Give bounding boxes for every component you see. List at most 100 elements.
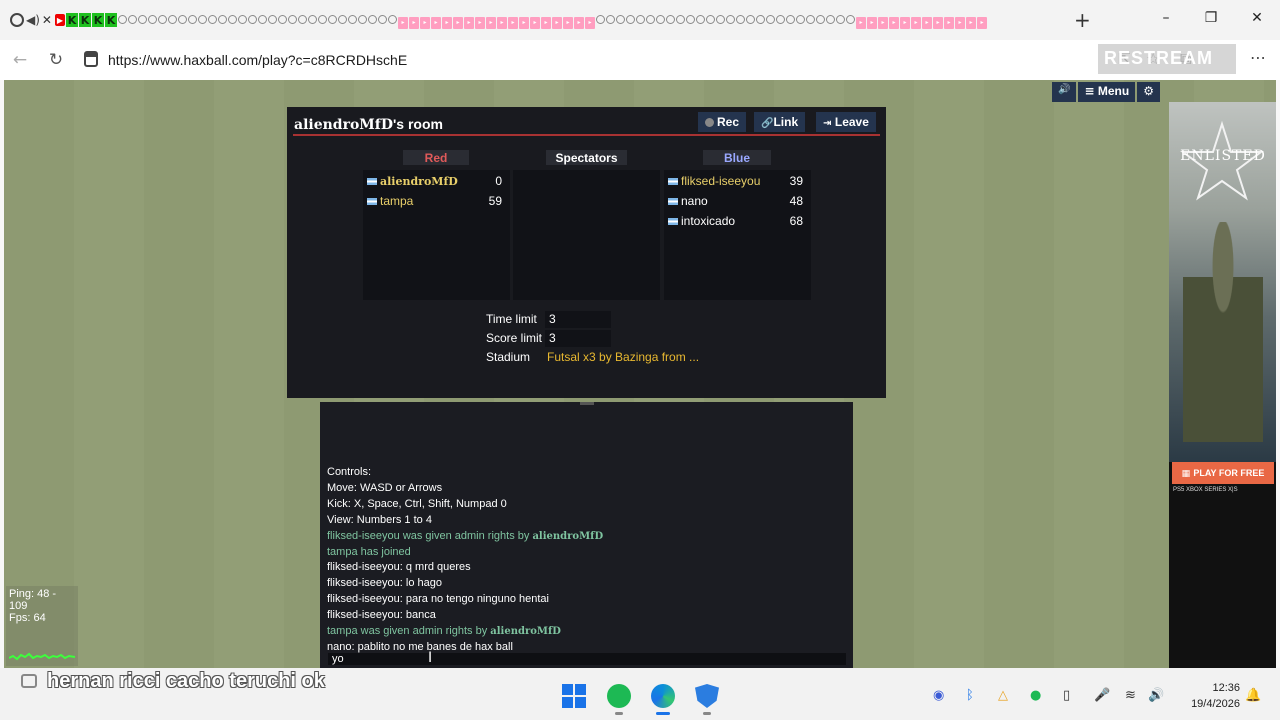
ring-tab[interactable] [635, 15, 645, 24]
site-info-icon[interactable] [84, 51, 98, 67]
ring-tab[interactable] [605, 15, 615, 24]
ring-tab[interactable] [147, 15, 157, 24]
microphone-icon[interactable]: 🎤 [1094, 688, 1110, 703]
ring-tab[interactable] [785, 15, 795, 24]
pink-tab[interactable]: ▸ [397, 16, 408, 29]
ring-tab[interactable] [247, 15, 257, 24]
ring-tab[interactable] [815, 15, 825, 24]
k-tab[interactable]: K [65, 13, 78, 27]
ring-tab[interactable] [317, 15, 327, 24]
ring-tab[interactable] [705, 15, 715, 24]
ring-tab[interactable] [755, 15, 765, 24]
pink-tab[interactable]: ▸ [910, 16, 921, 29]
minimize-button[interactable]: – [1156, 10, 1176, 30]
edge-icon[interactable] [651, 684, 675, 708]
blue-team-list[interactable]: fliksed-iseeyou 39 nano 48 intoxicado 68 [664, 170, 811, 300]
pink-tab[interactable]: ▸ [943, 16, 954, 29]
pink-tab[interactable]: ▸ [507, 16, 518, 29]
bluetooth-icon[interactable]: ᛒ [966, 688, 974, 703]
volume-icon[interactable]: 🔊 [1148, 688, 1164, 703]
red-team-list[interactable]: aliendroMfD 0 tampa 59 [363, 170, 510, 300]
ring-tab[interactable] [655, 15, 665, 24]
player-row[interactable]: tampa 59 [367, 194, 506, 210]
ring-tab[interactable] [207, 15, 217, 24]
ring-tab[interactable] [127, 15, 137, 24]
pink-tab[interactable]: ▸ [430, 16, 441, 29]
wifi-icon[interactable]: ≋ [1125, 688, 1136, 703]
ring-tab[interactable] [257, 15, 267, 24]
pink-tab[interactable]: ▸ [584, 16, 595, 29]
k-tab[interactable]: K [91, 13, 104, 27]
record-icon[interactable] [10, 13, 24, 27]
ring-tab[interactable] [157, 15, 167, 24]
leave-button[interactable]: ⇥ Leave [816, 112, 876, 132]
pink-tab[interactable]: ▸ [976, 16, 987, 29]
ring-tab[interactable] [217, 15, 227, 24]
ring-tab[interactable] [187, 15, 197, 24]
pink-tab[interactable]: ▸ [932, 16, 943, 29]
ring-tab[interactable] [695, 15, 705, 24]
ring-tab[interactable] [715, 15, 725, 24]
pink-tab[interactable]: ▸ [551, 16, 562, 29]
time-limit-field[interactable]: 3 [545, 311, 611, 328]
ring-tab[interactable] [367, 15, 377, 24]
pink-tab[interactable]: ▸ [441, 16, 452, 29]
ring-tab[interactable] [137, 15, 147, 24]
chat-input[interactable]: yo [328, 653, 846, 665]
reload-button[interactable]: ↻ [46, 50, 66, 70]
ring-tab[interactable] [227, 15, 237, 24]
ring-tab[interactable] [117, 15, 127, 24]
ring-tab[interactable] [287, 15, 297, 24]
pink-tab[interactable]: ▸ [518, 16, 529, 29]
pink-tab[interactable]: ▸ [463, 16, 474, 29]
ring-tab[interactable] [327, 15, 337, 24]
ring-tab[interactable] [725, 15, 735, 24]
pink-tab[interactable]: ▸ [419, 16, 430, 29]
ring-tab[interactable] [845, 15, 855, 24]
pink-tab[interactable]: ▸ [965, 16, 976, 29]
spectators-header[interactable]: Spectators [546, 150, 627, 165]
ring-tab[interactable] [675, 15, 685, 24]
ring-tab[interactable] [267, 15, 277, 24]
player-row[interactable]: fliksed-iseeyou 39 [668, 174, 807, 190]
ring-tab[interactable] [167, 15, 177, 24]
pink-tab[interactable]: ▸ [474, 16, 485, 29]
ring-tab[interactable] [347, 15, 357, 24]
more-menu-icon[interactable]: ⋯ [1250, 48, 1266, 67]
ring-tab[interactable] [237, 15, 247, 24]
ring-tab[interactable] [775, 15, 785, 24]
red-team-header[interactable]: Red [403, 150, 469, 165]
ring-tab[interactable] [825, 15, 835, 24]
close-tab-icon[interactable]: ✕ [42, 13, 52, 27]
ring-tab[interactable] [765, 15, 775, 24]
ring-tab[interactable] [357, 15, 367, 24]
ring-tab[interactable] [615, 15, 625, 24]
pink-tab[interactable]: ▸ [452, 16, 463, 29]
ring-tab[interactable] [735, 15, 745, 24]
back-button[interactable]: ← [10, 50, 30, 70]
pink-tab[interactable]: ▸ [866, 16, 877, 29]
rec-button[interactable]: Rec [698, 112, 747, 132]
drive-icon[interactable]: △ [998, 688, 1008, 703]
ring-tab[interactable] [377, 15, 387, 24]
pink-tab[interactable]: ▸ [540, 16, 551, 29]
pink-tab[interactable]: ▸ [855, 16, 866, 29]
ring-tab[interactable] [745, 15, 755, 24]
ring-tab[interactable] [835, 15, 845, 24]
pink-tab[interactable]: ▸ [573, 16, 584, 29]
pink-tab[interactable]: ▸ [888, 16, 899, 29]
sound-button[interactable]: 🔊 [1052, 82, 1077, 102]
new-tab-button[interactable]: + [1074, 8, 1091, 32]
start-icon[interactable] [562, 684, 586, 708]
maximize-button[interactable]: ❐ [1201, 10, 1221, 30]
ring-tab[interactable] [795, 15, 805, 24]
pink-tab[interactable]: ▸ [408, 16, 419, 29]
url-text[interactable]: https://www.haxball.com/play?c=c8RCRDHsc… [108, 52, 407, 68]
link-button[interactable]: 🔗Link [754, 112, 806, 132]
k-tab[interactable]: K [78, 13, 91, 27]
ring-tab[interactable] [307, 15, 317, 24]
ring-tab[interactable] [645, 15, 655, 24]
chat-drag-handle[interactable] [580, 402, 594, 405]
close-window-button[interactable]: ✕ [1247, 10, 1267, 30]
menu-button[interactable]: ≡ Menu [1078, 82, 1136, 102]
